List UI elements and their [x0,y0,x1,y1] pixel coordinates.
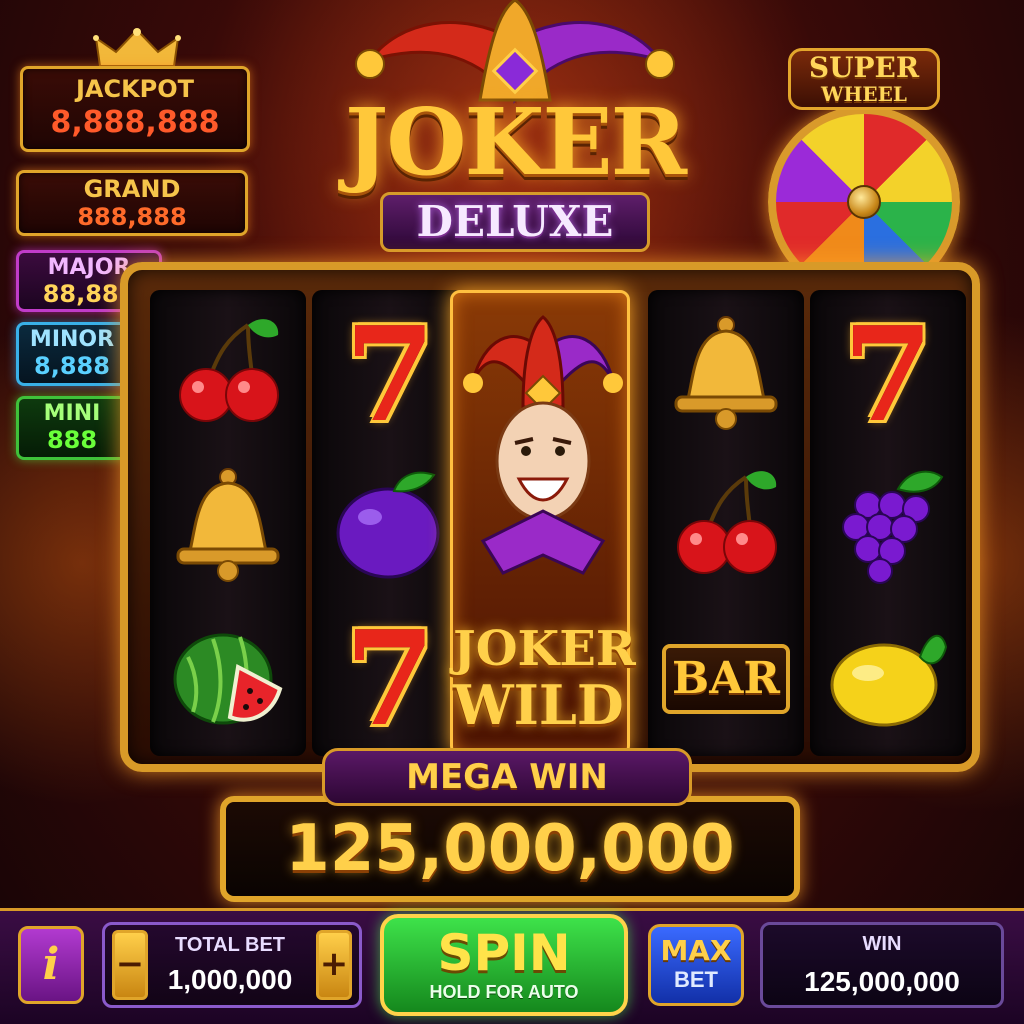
reel-cell: 7 [810,298,966,448]
total-bet-label: TOTAL BET [175,934,285,956]
wild-line2: WILD [453,673,624,737]
seven-icon: 7 [842,298,934,451]
joker-wild-label: JOKER WILD [453,621,636,737]
seven-icon: 7 [344,298,436,451]
reel-3-wild: JOKER WILD [450,290,636,756]
jackpot-panel: JACKPOT 8,888,888 [20,66,250,152]
cherry-icon [179,319,279,422]
game-logo: JOKER DELUXE [310,0,720,260]
minor-value: 8,888 [34,352,110,380]
cherry-icon [677,471,777,574]
super-wheel-label: SUPER WHEEL [788,48,940,110]
max-bet-button[interactable]: MAX BET [648,924,744,1006]
bell-icon [674,316,778,430]
grapes-icon [842,470,944,584]
win-label: WIN [862,933,902,955]
info-button[interactable]: i [18,926,84,1004]
reel-2: 7 7 [312,290,468,756]
minor-panel: MINOR 8,888 [16,322,128,386]
spin-button[interactable]: SPIN HOLD FOR AUTO [380,914,628,1016]
mini-value: 888 [46,426,98,454]
increase-bet-button[interactable]: + [316,930,352,1000]
total-bet-value: 1,000,000 [167,964,293,995]
mega-win-label: MEGA WIN [322,748,692,806]
reel-frame: 7 7 JOKER WILD BAR 7 [120,262,980,772]
minor-label: MINOR [29,327,115,352]
decrease-bet-button[interactable]: − [112,930,148,1000]
super-wheel-line1: SUPER [808,51,920,84]
seven-icon: 7 [344,602,436,755]
reel-cell [150,298,306,448]
grand-label: GRAND [83,175,181,203]
max-bet-line1: MAX [660,934,732,967]
joker-wild-icon [463,315,623,575]
lemon-icon [830,634,948,727]
logo-subtitle: DELUXE [380,192,650,252]
grand-panel: GRAND 888,888 [16,170,248,236]
jackpot-value: 8,888,888 [50,105,220,140]
reel-5: 7 [810,290,966,756]
spin-sublabel: HOLD FOR AUTO [429,982,579,1002]
jackpot-label: JACKPOT [75,75,195,103]
mini-label: MINI [43,401,101,426]
reel-cell [648,450,804,600]
reel-cell [810,450,966,600]
super-wheel-line2: WHEEL [821,82,907,106]
reel-cell: 7 [312,298,468,448]
reel-cell: BAR [648,602,804,752]
mega-win-amount: 125,000,000 [220,796,800,902]
reel-1 [150,290,306,756]
super-wheel[interactable]: SUPER WHEEL [740,48,1004,298]
spin-label: SPIN [437,924,571,982]
reel-cell [150,602,306,752]
watermelon-icon [173,633,283,725]
reel-cell [312,450,468,600]
max-bet-line2: BET [674,967,718,992]
reel-cell [810,602,966,752]
reel-cell [150,450,306,600]
reel-4: BAR [648,290,804,756]
bell-icon [176,468,280,582]
bar-icon: BAR [662,644,790,714]
plum-icon [336,471,440,579]
win-panel: WIN 125,000,000 [760,922,1004,1008]
wheel-hub [847,185,881,219]
grand-value: 888,888 [77,203,187,231]
wild-line1: JOKER [453,621,636,677]
reel-cell [648,298,804,448]
reel-cell: 7 [312,602,468,752]
mini-panel: MINI 888 [16,396,128,460]
crown-icon [93,28,181,67]
logo-title: JOKER [344,88,687,196]
win-value: 125,000,000 [804,966,960,997]
